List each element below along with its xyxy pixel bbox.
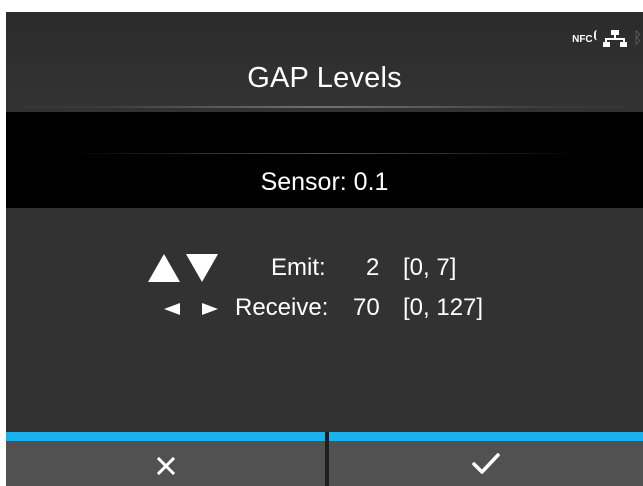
cancel-button[interactable]: [6, 432, 325, 486]
sensor-band: Sensor: 0.1: [6, 112, 643, 208]
network-icon: [603, 30, 627, 47]
band-divider: [66, 153, 586, 154]
nfc-label: NFC: [572, 33, 593, 45]
confirm-button[interactable]: [329, 432, 643, 486]
down-arrow-icon: [186, 254, 218, 282]
up-arrow-icon: [148, 254, 180, 282]
receive-range: [0, 127]: [403, 294, 484, 321]
left-arrow-icon: [164, 303, 180, 315]
printer-screen: NFC ⦗ ᛒ GAP Levels Sensor: 0.1 Emit: 2 [0…: [6, 12, 643, 486]
emit-label: Emit:: [271, 254, 326, 281]
bluetooth-icon: ᛒ: [633, 30, 643, 47]
check-icon: [471, 452, 501, 482]
sensor-value: Sensor: 0.1: [260, 168, 389, 196]
close-icon: [156, 452, 176, 482]
header: NFC ⦗ ᛒ GAP Levels: [6, 12, 643, 108]
receive-label: Receive:: [235, 294, 329, 321]
page-title: GAP Levels: [247, 62, 402, 94]
status-bar: NFC ⦗ ᛒ: [572, 26, 643, 52]
title-underline: [24, 106, 624, 108]
emit-value: 2: [366, 254, 380, 281]
receive-value: 70: [353, 294, 380, 321]
right-arrow-icon: [202, 303, 218, 315]
emit-range: [0, 7]: [403, 254, 457, 281]
nfc-icon: NFC ⦗: [572, 29, 597, 45]
